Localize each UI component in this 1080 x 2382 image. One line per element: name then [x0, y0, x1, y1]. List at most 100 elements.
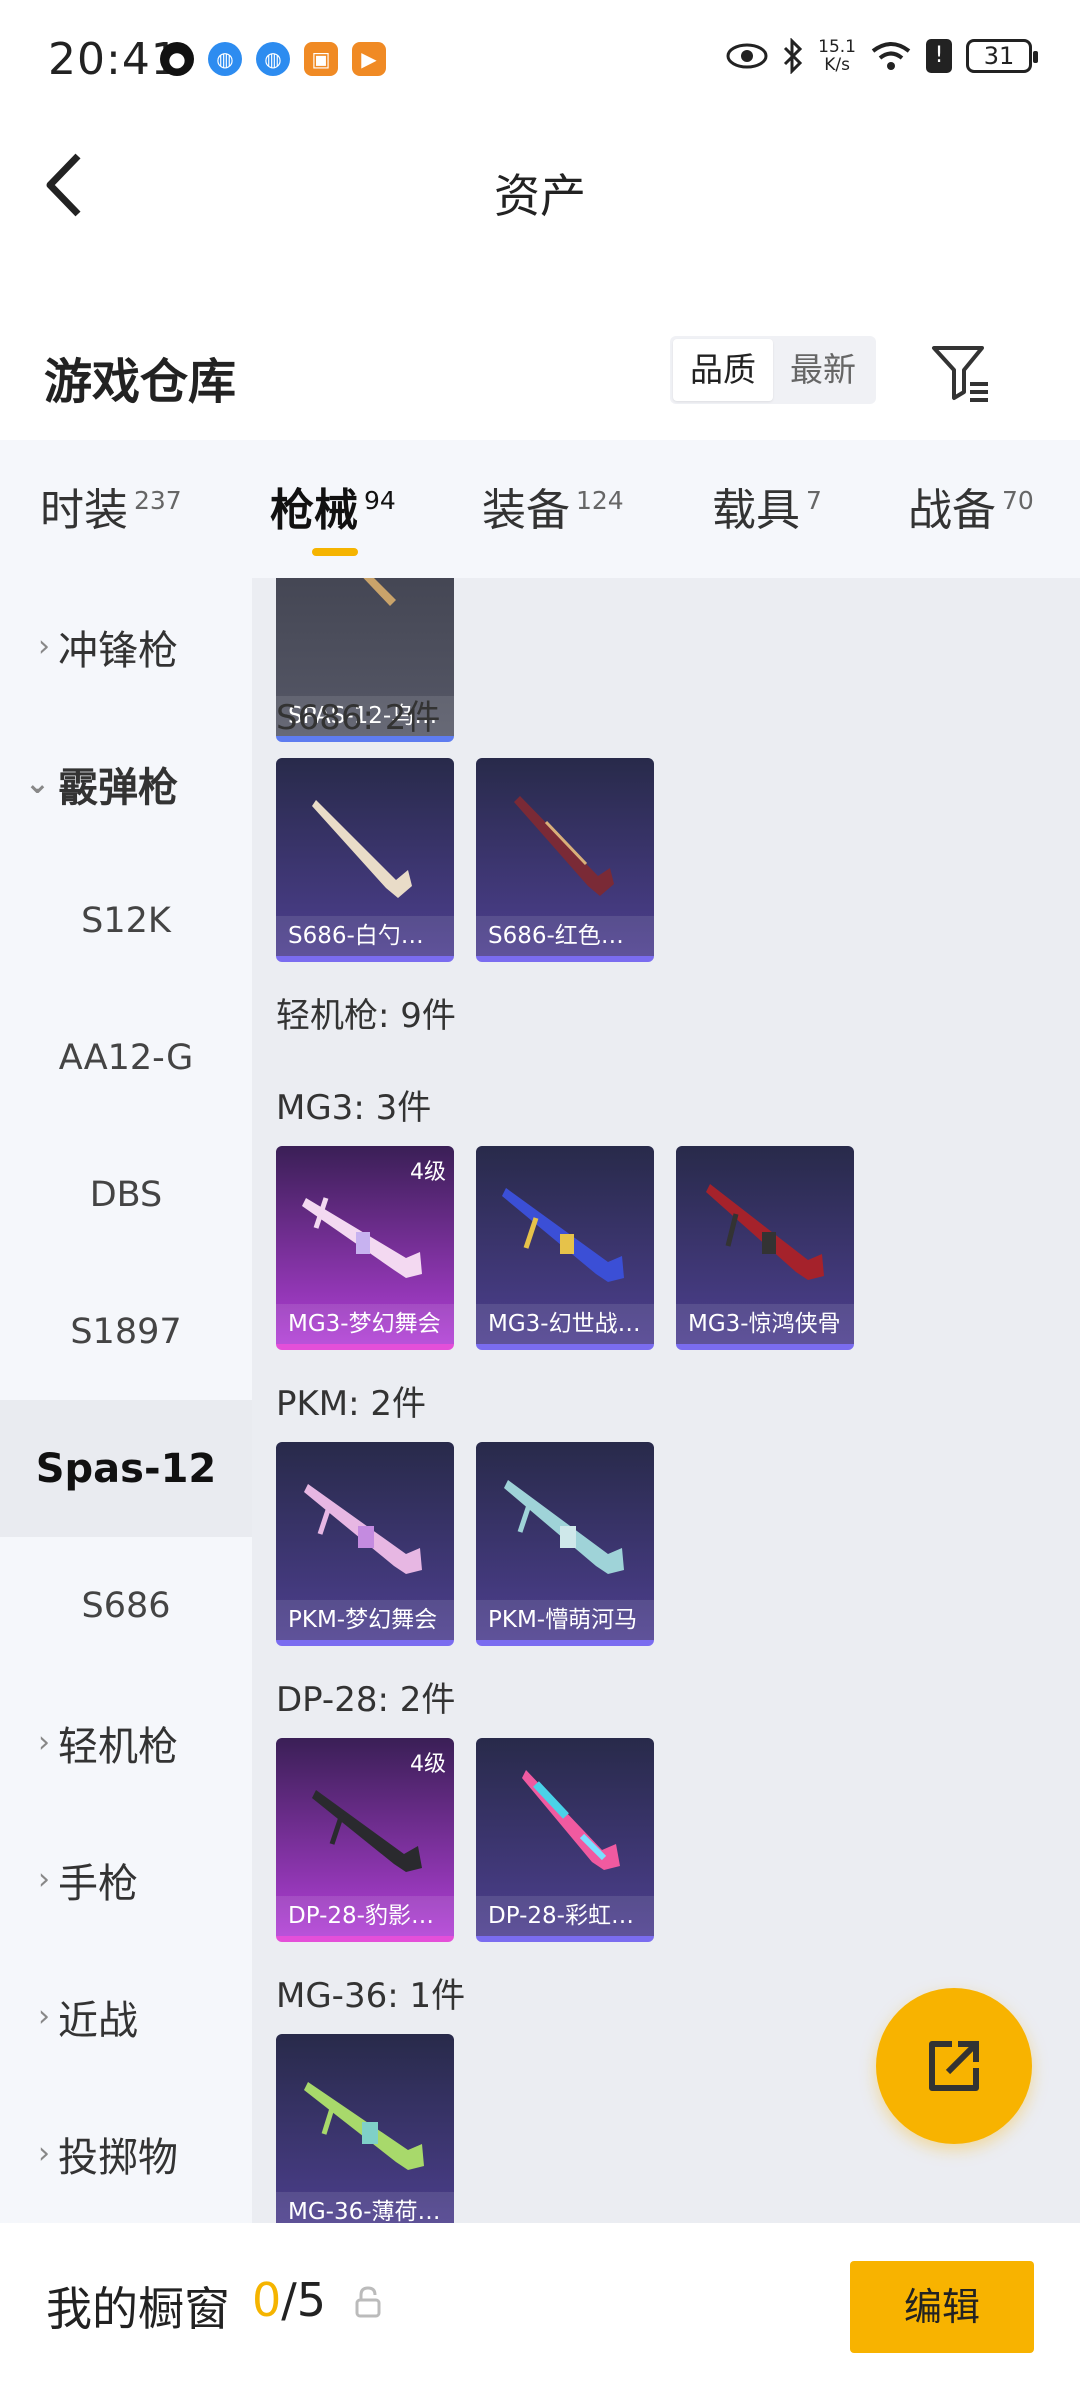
sidebar-item-label: 霰弹枪 [58, 764, 178, 811]
showcase-current: 0 [252, 2273, 282, 2327]
section-label: 轻机枪: 9件 [276, 996, 456, 1036]
sidebar-item-label: 轻机枪 [58, 1723, 178, 1770]
tab-label: 载具 [712, 485, 800, 536]
item-card[interactable]: S686-红色方… [476, 758, 654, 962]
chevron-down-icon: ⌄ [24, 766, 50, 801]
item-name: DP-28-豹影… [276, 1896, 454, 1936]
sidebar-item-label: 冲锋枪 [58, 627, 178, 674]
tab-vehicles[interactable]: 载具 7 [712, 474, 822, 538]
tab-count: 70 [1002, 486, 1034, 515]
tab-count: 7 [806, 486, 822, 515]
status-bar: 20:41 ● ◍ ◍ ▣ ▶ 15.1 K/s ! 31 [0, 0, 1080, 120]
sidebar-item-smg[interactable]: › 冲锋枪 [0, 578, 252, 715]
qq-icon: ● [160, 42, 194, 76]
item-card[interactable]: PKM-懵萌河马 [476, 1442, 654, 1646]
sidebar-item-shotgun[interactable]: ⌄ 霰弹枪 [0, 715, 252, 852]
network-speed: 15.1 K/s [818, 38, 856, 74]
item-name: S686-红色方… [476, 916, 654, 956]
speed-unit: K/s [824, 55, 850, 75]
game-icon: ▣ [304, 42, 338, 76]
showcase-title: 我的橱窗 [46, 2282, 230, 2336]
browser-icon: ◍ [208, 42, 242, 76]
tab-equipment[interactable]: 装备 124 [482, 474, 624, 538]
section-label: DP-28: 2件 [276, 1680, 456, 1720]
warehouse-title: 游戏仓库 [44, 354, 237, 410]
sidebar-item-spas12[interactable]: Spas-12 [0, 1400, 252, 1537]
tab-count: 94 [364, 486, 396, 515]
edit-button[interactable]: 编辑 [850, 2261, 1034, 2353]
bluetooth-icon [784, 38, 803, 74]
item-name: MG3-幻世战… [476, 1304, 654, 1344]
item-card[interactable]: MG3-惊鸿侠骨 [676, 1146, 854, 1350]
machine-gun-icon [504, 1480, 624, 1574]
notification-icons: ● ◍ ◍ ▣ ▶ [160, 42, 386, 76]
sidebar-item-lmg[interactable]: › 轻机枪 [0, 1674, 252, 1811]
chevron-right-icon: › [38, 2136, 50, 2171]
section-label: S686: 2件 [276, 698, 441, 738]
item-name: MG3-梦幻舞会 [276, 1304, 454, 1344]
tab-count: 124 [576, 486, 624, 515]
machine-gun-icon [522, 1770, 620, 1870]
showcase-bar: 我的橱窗 0/5 编辑 [0, 2223, 1080, 2382]
filter-button[interactable] [928, 340, 992, 404]
item-grid: SPAS-12-乌… S686: 2件 S686-白勺… S686-红色方… 轻… [252, 578, 1080, 2223]
sidebar-item-s686[interactable]: S686 [0, 1537, 252, 1674]
sidebar-item-throwable[interactable]: › 投掷物 [0, 2085, 252, 2222]
machine-gun-icon [706, 1184, 824, 1280]
item-name: MG3-惊鸿侠骨 [676, 1304, 854, 1344]
item-card[interactable]: S686-白勺… [276, 758, 454, 962]
shotgun-icon [363, 578, 396, 606]
section-label: MG3: 3件 [276, 1088, 432, 1128]
sort-quality-button[interactable]: 品质 [673, 339, 773, 401]
sidebar-item-melee[interactable]: › 近战 [0, 1948, 252, 2085]
item-card[interactable]: 4级 MG3-梦幻舞会 [276, 1146, 454, 1350]
page-title: 资产 [494, 169, 586, 223]
tab-supplies[interactable]: 战备 70 [908, 474, 1034, 538]
item-name: DP-28-彩虹… [476, 1896, 654, 1936]
item-name: S686-白勺… [276, 916, 454, 956]
item-card[interactable]: MG-36-薄荷… [276, 2034, 454, 2223]
item-level-badge: 4级 [410, 1160, 446, 1185]
tab-label: 时装 [40, 485, 128, 536]
speed-value: 15.1 [818, 37, 856, 57]
sidebar-item-label: 近战 [58, 1997, 138, 2044]
tab-label: 战备 [908, 485, 996, 536]
sidebar-item-s1897[interactable]: S1897 [0, 1263, 252, 1400]
item-card[interactable]: DP-28-彩虹… [476, 1738, 654, 1942]
item-card[interactable]: PKM-梦幻舞会 [276, 1442, 454, 1646]
showcase-total: /5 [281, 2273, 327, 2327]
warehouse-header: 游戏仓库 品质 最新 [0, 320, 1080, 440]
section-label: PKM: 2件 [276, 1384, 427, 1424]
sidebar-item-label: 手枪 [58, 1860, 138, 1907]
sidebar-item-aa12g[interactable]: AA12-G [0, 989, 252, 1126]
video-icon: ▶ [352, 42, 386, 76]
battery-icon: 31 [966, 39, 1038, 73]
chevron-right-icon: › [38, 1725, 50, 1760]
sidebar-item-dbs[interactable]: DBS [0, 1126, 252, 1263]
lock-icon [355, 2286, 381, 2318]
sort-newest-button[interactable]: 最新 [773, 339, 873, 401]
external-link-icon [929, 2041, 979, 2091]
weapon-type-sidebar: › 冲锋枪 ⌄ 霰弹枪 S12K AA12-G DBS S1897 Spas-12 … [0, 578, 252, 2223]
browser-icon: ◍ [256, 42, 290, 76]
sidebar-item-s12k[interactable]: S12K [0, 852, 252, 989]
shotgun-icon [514, 796, 614, 896]
filter-icon [932, 346, 988, 402]
page-header: 资产 [0, 120, 1080, 260]
machine-gun-icon [304, 1484, 422, 1574]
sidebar-item-label: 投掷物 [58, 2134, 178, 2181]
status-right: 15.1 K/s ! 31 [726, 38, 1038, 74]
item-card[interactable]: 4级 DP-28-豹影… [276, 1738, 454, 1942]
tab-firearms[interactable]: 枪械 94 [270, 474, 396, 538]
tab-label: 装备 [482, 485, 570, 536]
tab-fashion[interactable]: 时装 237 [40, 474, 182, 538]
machine-gun-icon [304, 2082, 424, 2170]
wifi-icon [871, 42, 911, 70]
item-card[interactable]: MG3-幻世战… [476, 1146, 654, 1350]
chevron-right-icon: › [38, 629, 50, 664]
share-button[interactable] [876, 1988, 1032, 2144]
chevron-right-icon: › [38, 1999, 50, 2034]
machine-gun-icon [502, 1188, 624, 1282]
item-name: MG-36-薄荷… [276, 2192, 454, 2223]
sidebar-item-pistol[interactable]: › 手枪 [0, 1811, 252, 1948]
